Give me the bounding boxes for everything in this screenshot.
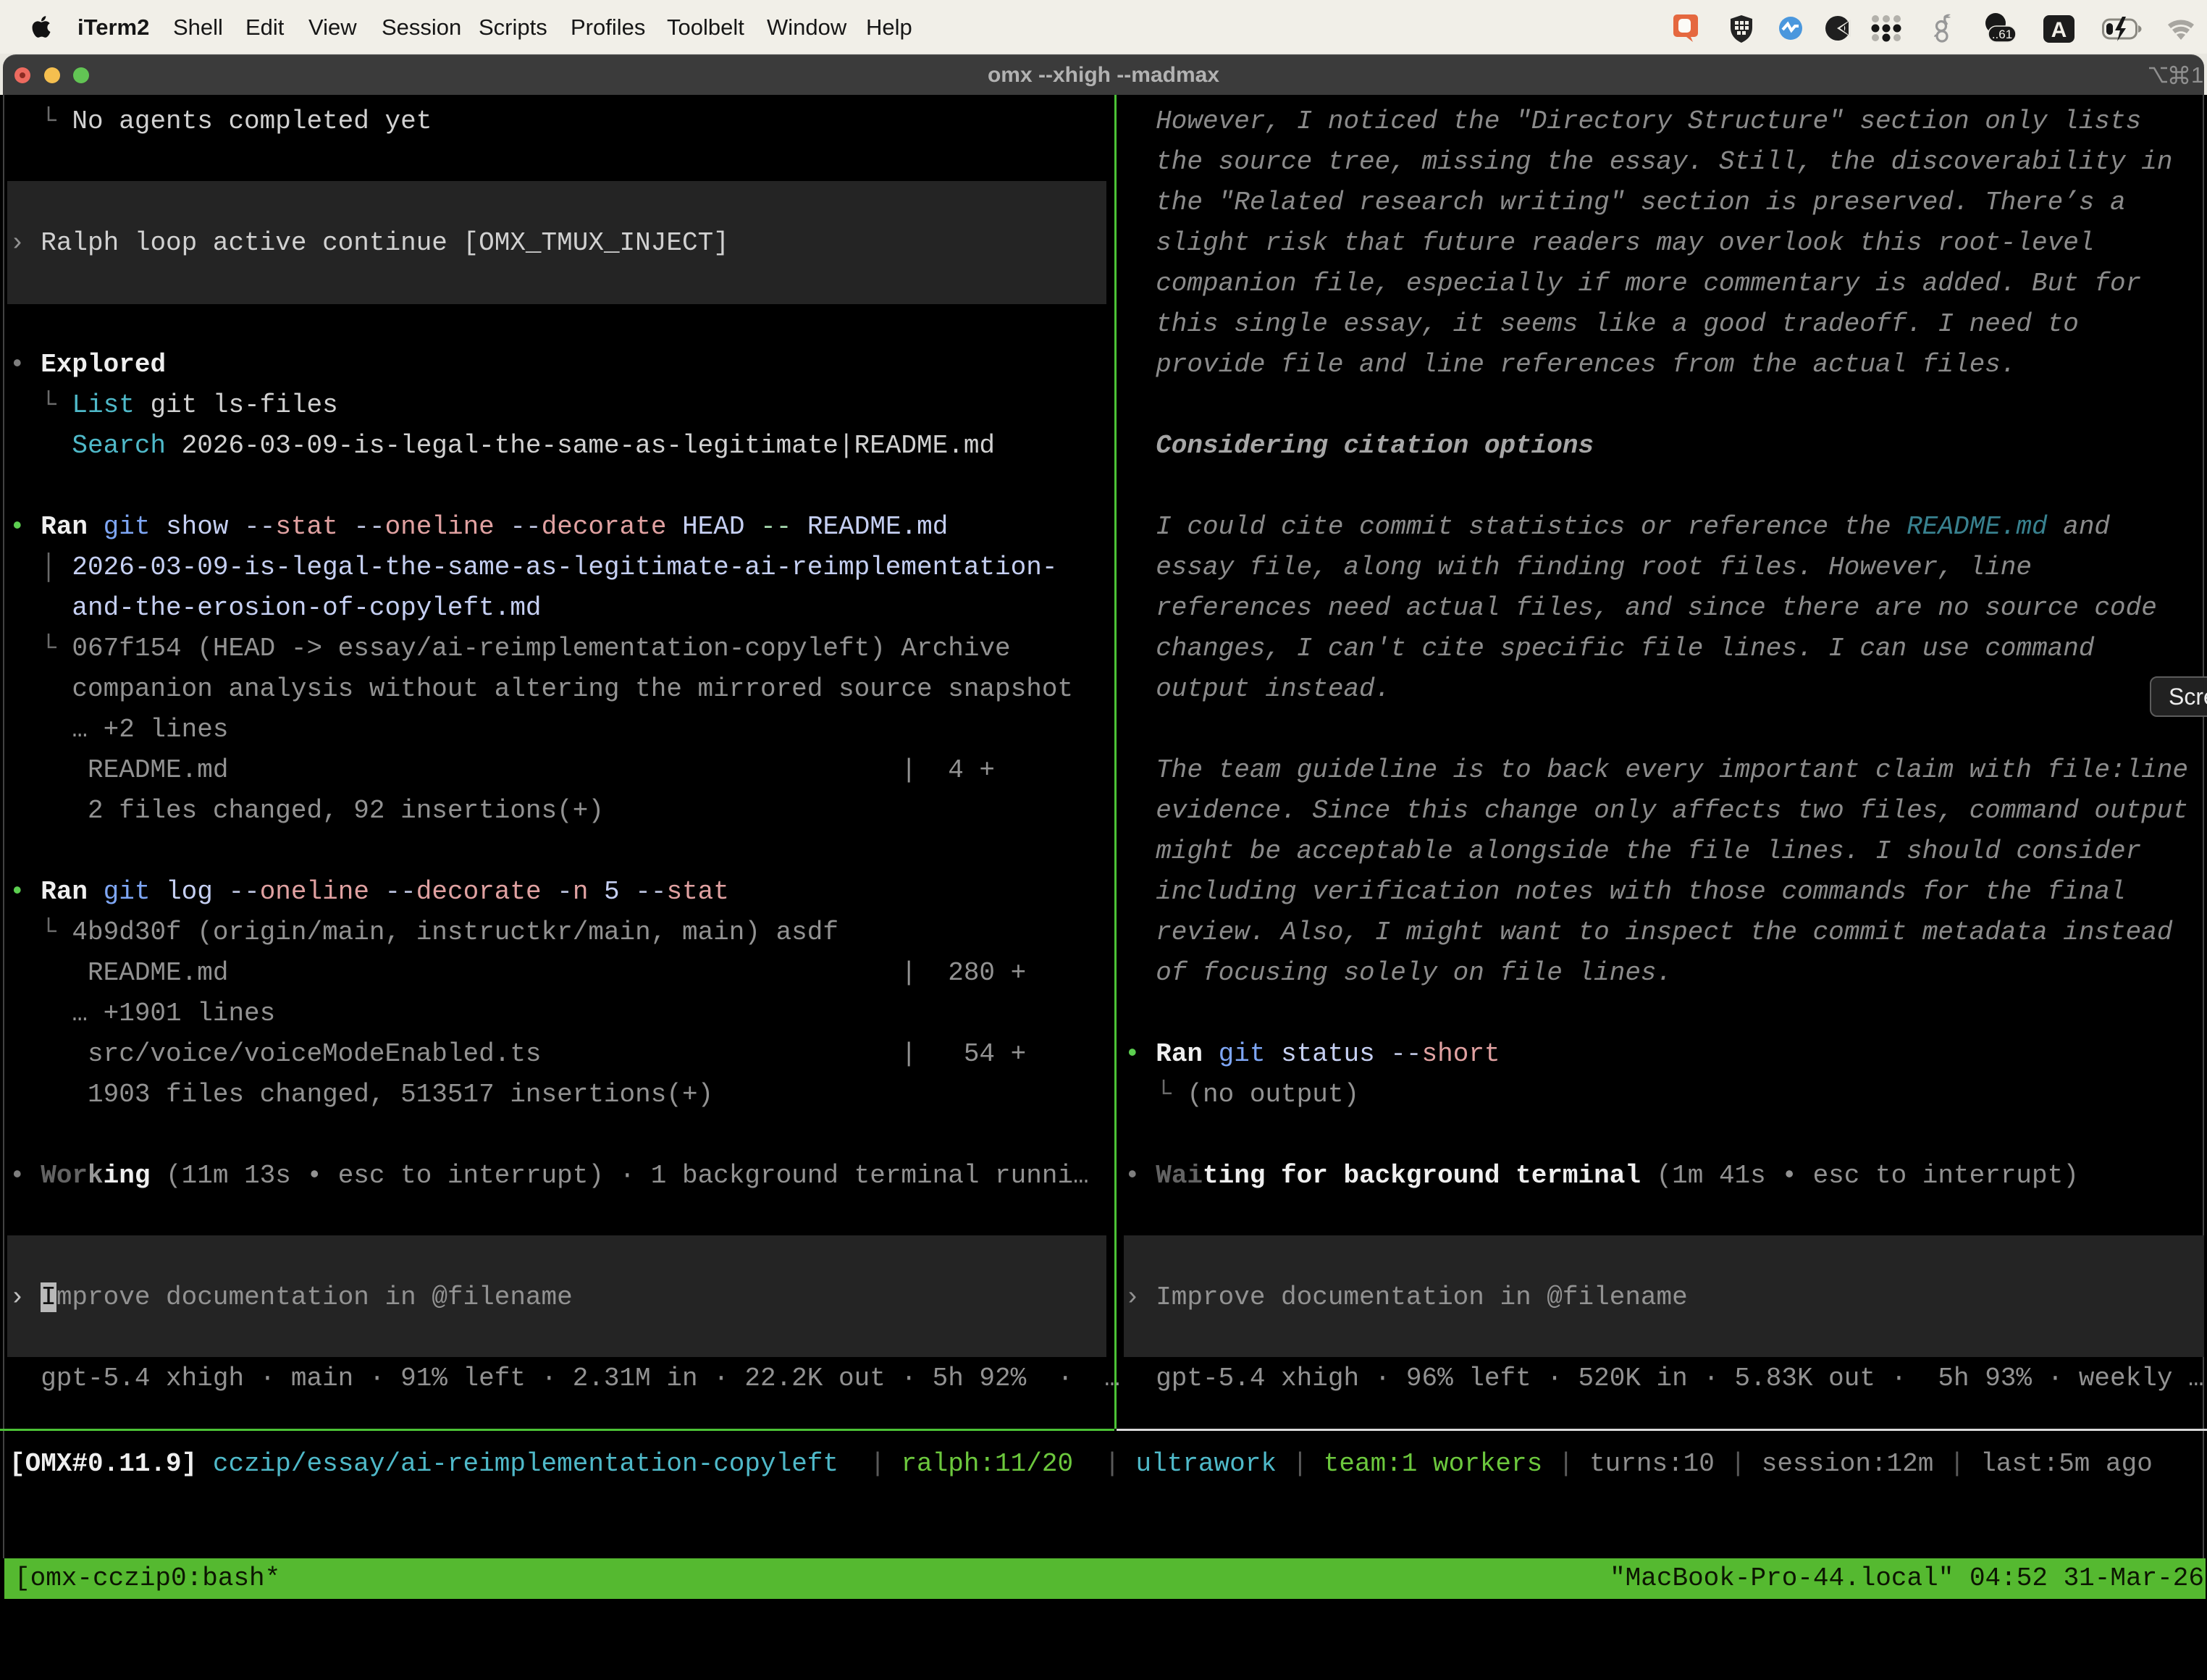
svg-text:..61: ..61	[1992, 28, 2012, 41]
